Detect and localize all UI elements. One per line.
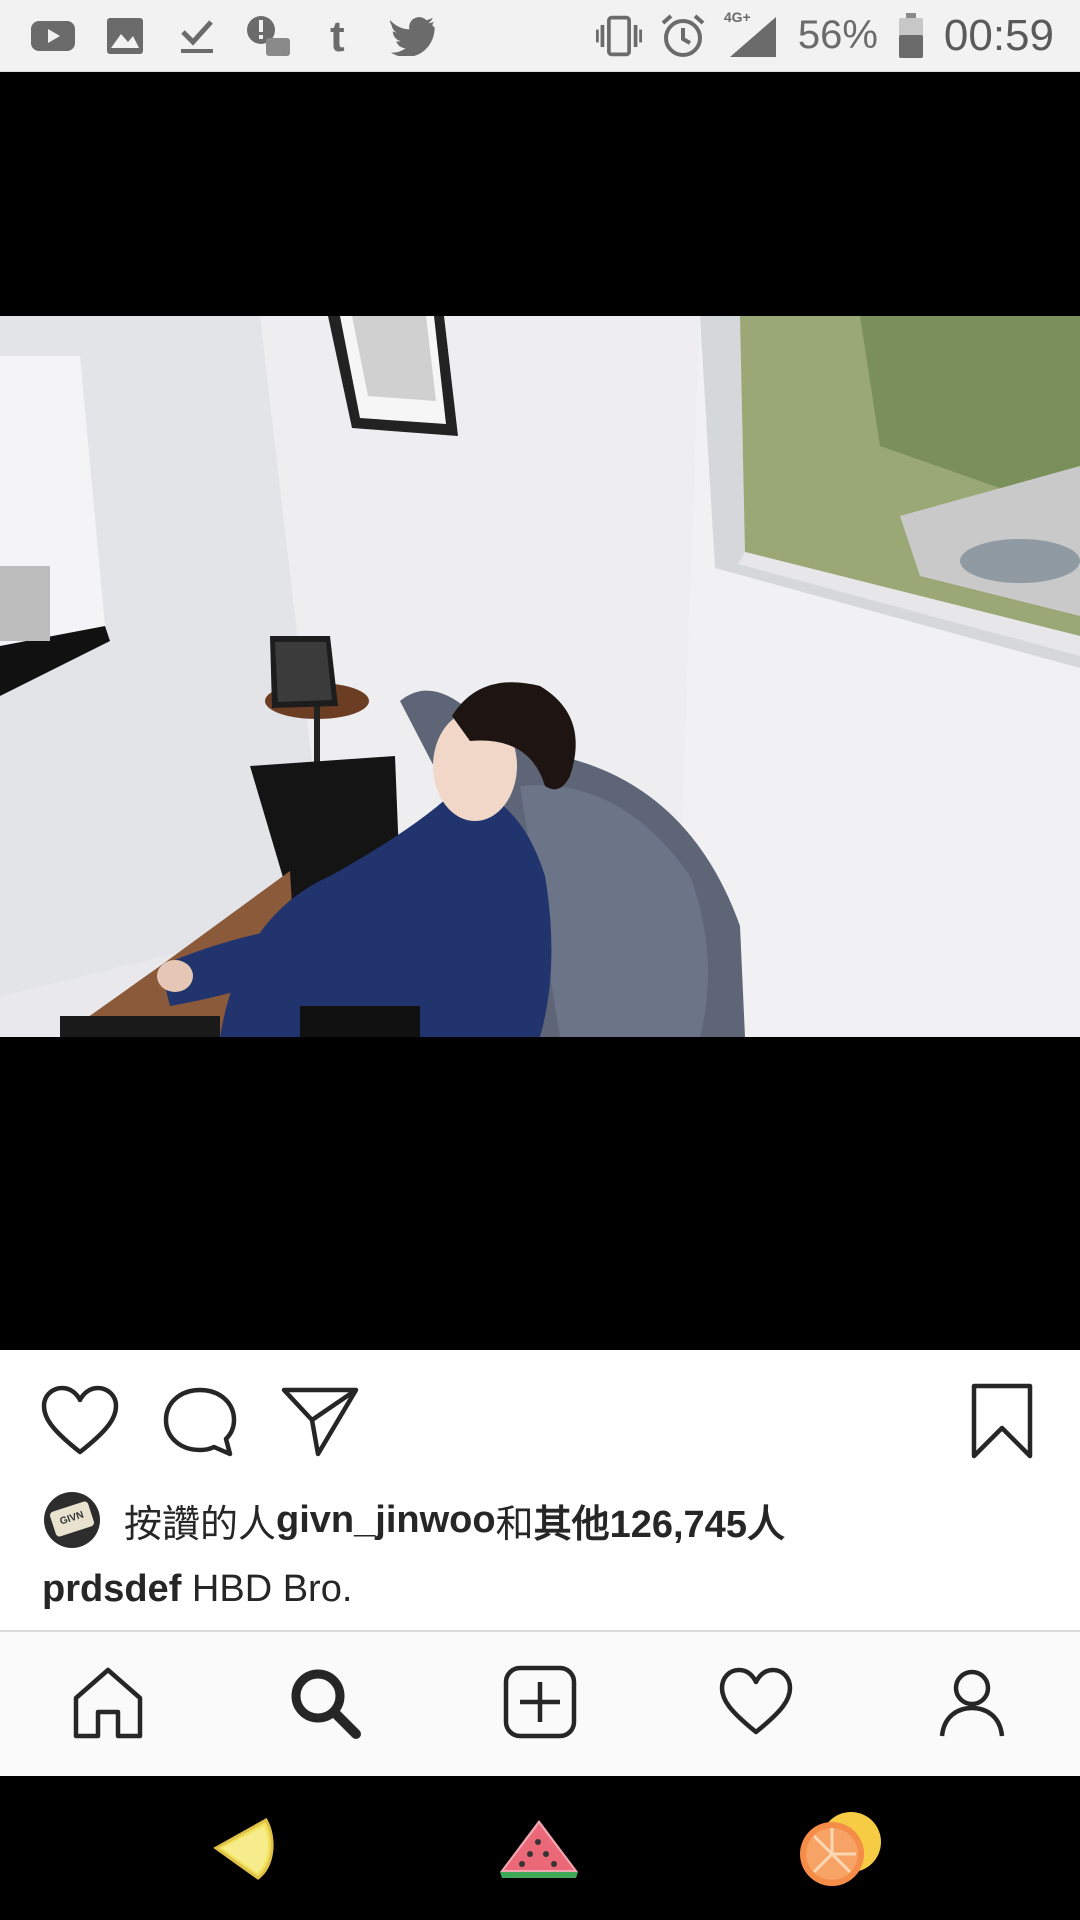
status-bar: t 4G+ 56% 00:59 bbox=[0, 0, 1080, 72]
likes-conjunction: 和 bbox=[495, 1503, 534, 1546]
activity-icon bbox=[718, 1664, 794, 1745]
caption-text: HBD Bro. bbox=[181, 1568, 353, 1610]
likes-count[interactable]: 其他126,745人 bbox=[534, 1493, 785, 1548]
nav-new-post[interactable] bbox=[500, 1664, 580, 1744]
home-icon bbox=[70, 1664, 146, 1745]
download-done-icon bbox=[174, 13, 220, 59]
comment-icon bbox=[160, 1387, 240, 1466]
liker-avatar[interactable]: GIVN bbox=[44, 1492, 100, 1548]
share-icon bbox=[280, 1387, 360, 1466]
post-media[interactable] bbox=[0, 72, 1080, 1350]
battery-percentage: 56% bbox=[797, 13, 878, 57]
likes-prefix: 按讚的人 bbox=[124, 1503, 277, 1546]
home-button[interactable] bbox=[494, 1806, 584, 1896]
like-button[interactable] bbox=[40, 1382, 120, 1462]
nav-profile[interactable] bbox=[932, 1664, 1012, 1744]
back-button[interactable] bbox=[198, 1806, 288, 1896]
battery-icon bbox=[896, 12, 926, 59]
svg-text:t: t bbox=[330, 15, 345, 57]
signal-icon: 4G+ bbox=[724, 9, 780, 59]
post-photo bbox=[0, 316, 1080, 1037]
watermelon-icon bbox=[496, 1814, 582, 1889]
lemon-icon bbox=[208, 1814, 278, 1889]
nav-activity[interactable] bbox=[716, 1664, 796, 1744]
vibrate-icon bbox=[595, 13, 642, 59]
orange-icon bbox=[796, 1804, 886, 1899]
clock: 00:59 bbox=[943, 10, 1054, 60]
comment-button[interactable] bbox=[160, 1382, 240, 1462]
likes-summary[interactable]: GIVN 按讚的人 givn_jinwoo 和 其他126,745人 bbox=[44, 1490, 785, 1550]
alert-icon bbox=[246, 13, 292, 59]
gallery-icon bbox=[102, 13, 148, 59]
system-navigation-bar bbox=[0, 1776, 1080, 1920]
profile-icon bbox=[934, 1664, 1010, 1745]
youtube-icon bbox=[30, 13, 76, 59]
alarm-icon bbox=[660, 13, 706, 59]
search-icon bbox=[286, 1664, 362, 1745]
share-button[interactable] bbox=[280, 1382, 360, 1462]
recents-button[interactable] bbox=[796, 1806, 886, 1896]
bookmark-button[interactable] bbox=[962, 1382, 1042, 1462]
nav-home[interactable] bbox=[68, 1664, 148, 1744]
post-actions bbox=[0, 1350, 1080, 1480]
twitter-icon bbox=[390, 13, 436, 59]
tumblr-icon: t bbox=[318, 13, 364, 59]
post-caption: prdsdef HBD Bro. bbox=[42, 1568, 352, 1611]
bottom-navigation bbox=[0, 1630, 1080, 1776]
new-post-icon bbox=[502, 1664, 578, 1745]
heart-icon bbox=[40, 1385, 120, 1466]
liker-username[interactable]: givn_jinwoo bbox=[276, 1499, 496, 1542]
avatar-tag: GIVN bbox=[48, 1500, 96, 1538]
caption-username[interactable]: prdsdef bbox=[42, 1568, 181, 1610]
network-type: 4G+ bbox=[723, 8, 751, 25]
nav-search[interactable] bbox=[284, 1664, 364, 1744]
bookmark-icon bbox=[962, 1383, 1042, 1466]
